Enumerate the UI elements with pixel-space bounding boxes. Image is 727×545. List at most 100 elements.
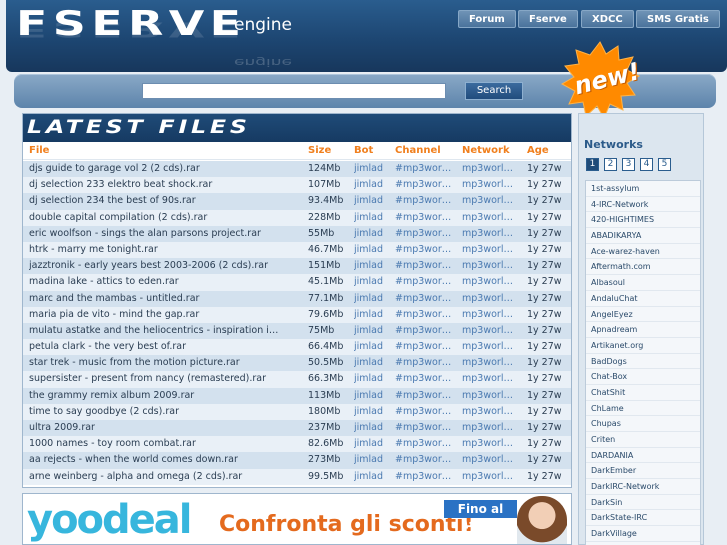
network-link[interactable]: mp3worl… (462, 179, 520, 190)
table-row[interactable]: dj selection 233 elektro beat shock.rar 1… (23, 177, 571, 194)
network-link[interactable]: mp3worl… (462, 406, 520, 417)
network-link[interactable]: mp3worl… (462, 471, 520, 482)
network-item[interactable]: Chat-Box (586, 369, 700, 385)
network-link[interactable]: mp3worl… (462, 163, 520, 174)
nav-sms-gratis-button[interactable]: SMS Gratis (636, 10, 720, 28)
table-row[interactable]: supersister - present from nancy (remast… (23, 371, 571, 388)
channel-link[interactable]: #mp3wor… (395, 244, 455, 255)
network-item[interactable]: Chupas (586, 416, 700, 432)
channel-link[interactable]: #mp3wor… (395, 471, 455, 482)
network-item[interactable]: DarkEmber (586, 463, 700, 480)
channel-link[interactable]: #mp3wor… (395, 341, 455, 352)
network-item[interactable]: Apnadream (586, 322, 700, 338)
table-row[interactable]: mulatu astatke and the heliocentrics - i… (23, 322, 571, 340)
file-name[interactable]: star trek - music from the motion pictur… (29, 357, 301, 368)
bot-link[interactable]: jimlad (354, 406, 383, 417)
col-size[interactable]: Size (308, 145, 331, 156)
network-link[interactable]: mp3worl… (462, 341, 520, 352)
table-row[interactable]: double capital compilation (2 cds).rar 22… (23, 209, 571, 226)
table-row[interactable]: jazztronik - early years best 2003-2006 … (23, 258, 571, 275)
channel-link[interactable]: #mp3wor… (395, 293, 455, 304)
network-link[interactable]: mp3worl… (462, 260, 520, 271)
bot-link[interactable]: jimlad (354, 438, 383, 449)
network-item[interactable]: 420-HIGHTIMES (586, 212, 700, 229)
bot-link[interactable]: jimlad (354, 212, 383, 223)
network-item[interactable]: 4-IRC-Network (586, 197, 700, 213)
network-link[interactable]: mp3worl… (462, 438, 520, 449)
table-row[interactable]: star trek - music from the motion pictur… (23, 355, 571, 372)
channel-link[interactable]: #mp3wor… (395, 422, 455, 433)
file-name[interactable]: aa rejects - when the world comes down.r… (29, 454, 301, 465)
bot-link[interactable]: jimlad (354, 293, 383, 304)
networks-list[interactable]: 1st-assylum 4-IRC-Network 420-HIGHTIMES ABA… (585, 180, 701, 545)
channel-link[interactable]: #mp3wor… (395, 373, 455, 384)
network-item[interactable]: Criten (586, 432, 700, 448)
file-name[interactable]: mulatu astatke and the heliocentrics - i… (29, 325, 301, 336)
file-name[interactable]: maria pia de vito - mind the gap.rar (29, 309, 301, 320)
table-row[interactable]: dj selection 234 the best of 90s.rar 93.4… (23, 193, 571, 210)
page-button-2[interactable]: 2 (604, 158, 617, 171)
file-name[interactable]: dj selection 234 the best of 90s.rar (29, 195, 301, 206)
channel-link[interactable]: #mp3wor… (395, 357, 455, 368)
file-name[interactable]: djs guide to garage vol 2 (2 cds).rar (29, 163, 301, 174)
col-bot[interactable]: Bot (354, 145, 373, 156)
col-network[interactable]: Network (462, 145, 510, 156)
bot-link[interactable]: jimlad (354, 357, 383, 368)
channel-link[interactable]: #mp3wor… (395, 406, 455, 417)
channel-link[interactable]: #mp3wor… (395, 228, 455, 239)
network-link[interactable]: mp3worl… (462, 212, 520, 223)
col-channel[interactable]: Channel (395, 145, 441, 156)
network-item[interactable]: Artikanet.org (586, 338, 700, 354)
bot-link[interactable]: jimlad (354, 325, 383, 336)
network-item[interactable]: Aftermath.com (586, 259, 700, 276)
network-item[interactable]: ABADIKARYA (586, 228, 700, 244)
table-row[interactable]: djs guide to garage vol 2 (2 cds).rar 124… (23, 161, 571, 178)
network-link[interactable]: mp3worl… (462, 276, 520, 287)
table-row[interactable]: 1000 names - toy room combat.rar 82.6Mb ji… (23, 436, 571, 453)
ad-banner[interactable]: yoodeal Confronta gli sconti! Fino al -7… (22, 493, 572, 545)
file-name[interactable]: jazztronik - early years best 2003-2006 … (29, 260, 301, 271)
table-row[interactable]: time to say goodbye (2 cds).rar 180Mb jiml… (23, 403, 571, 420)
network-link[interactable]: mp3worl… (462, 244, 520, 255)
file-name[interactable]: marc and the mambas - untitled.rar (29, 293, 301, 304)
network-item[interactable]: ChLame (586, 401, 700, 417)
bot-link[interactable]: jimlad (354, 422, 383, 433)
file-name[interactable]: petula clark - the very best of.rar (29, 341, 301, 352)
table-row[interactable]: arne weinberg - alpha and omega (2 cds).… (23, 468, 571, 485)
nav-xdcc-button[interactable]: XDCC (581, 10, 634, 28)
channel-link[interactable]: #mp3wor… (395, 454, 455, 465)
channel-link[interactable]: #mp3wor… (395, 212, 455, 223)
bot-link[interactable]: jimlad (354, 163, 383, 174)
network-link[interactable]: mp3worl… (462, 195, 520, 206)
network-link[interactable]: mp3worl… (462, 309, 520, 320)
network-item[interactable]: BadDogs (586, 354, 700, 370)
search-button[interactable]: Search (465, 82, 523, 100)
network-item[interactable]: Ace-warez-haven (586, 244, 700, 260)
bot-link[interactable]: jimlad (354, 373, 383, 384)
page-button-5[interactable]: 5 (658, 158, 671, 171)
bot-link[interactable]: jimlad (354, 341, 383, 352)
channel-link[interactable]: #mp3wor… (395, 438, 455, 449)
file-name[interactable]: the grammy remix album 2009.rar (29, 390, 301, 401)
file-name[interactable]: ultra 2009.rar (29, 422, 301, 433)
file-name[interactable]: htrk - marry me tonight.rar (29, 244, 301, 255)
network-link[interactable]: mp3worl… (462, 357, 520, 368)
file-name[interactable]: time to say goodbye (2 cds).rar (29, 406, 301, 417)
channel-link[interactable]: #mp3wor… (395, 276, 455, 287)
network-item[interactable]: 1st-assylum (586, 181, 700, 197)
channel-link[interactable]: #mp3wor… (395, 325, 455, 336)
table-row[interactable]: eric woolfson - sings the alan parsons p… (23, 225, 571, 242)
bot-link[interactable]: jimlad (354, 260, 383, 271)
bot-link[interactable]: jimlad (354, 179, 383, 190)
bot-link[interactable]: jimlad (354, 244, 383, 255)
table-row[interactable]: petula clark - the very best of.rar 66.4M… (23, 339, 571, 356)
nav-forum-button[interactable]: Forum (458, 10, 516, 28)
network-link[interactable]: mp3worl… (462, 422, 520, 433)
network-item[interactable]: Albasoul (586, 275, 700, 291)
network-item[interactable]: DarkIRC-Network (586, 479, 700, 495)
network-item[interactable]: DARDANIA (586, 448, 700, 464)
page-button-4[interactable]: 4 (640, 158, 653, 171)
network-item[interactable]: ChatShit (586, 385, 700, 401)
channel-link[interactable]: #mp3wor… (395, 309, 455, 320)
network-item[interactable]: DarkSin (586, 495, 700, 511)
